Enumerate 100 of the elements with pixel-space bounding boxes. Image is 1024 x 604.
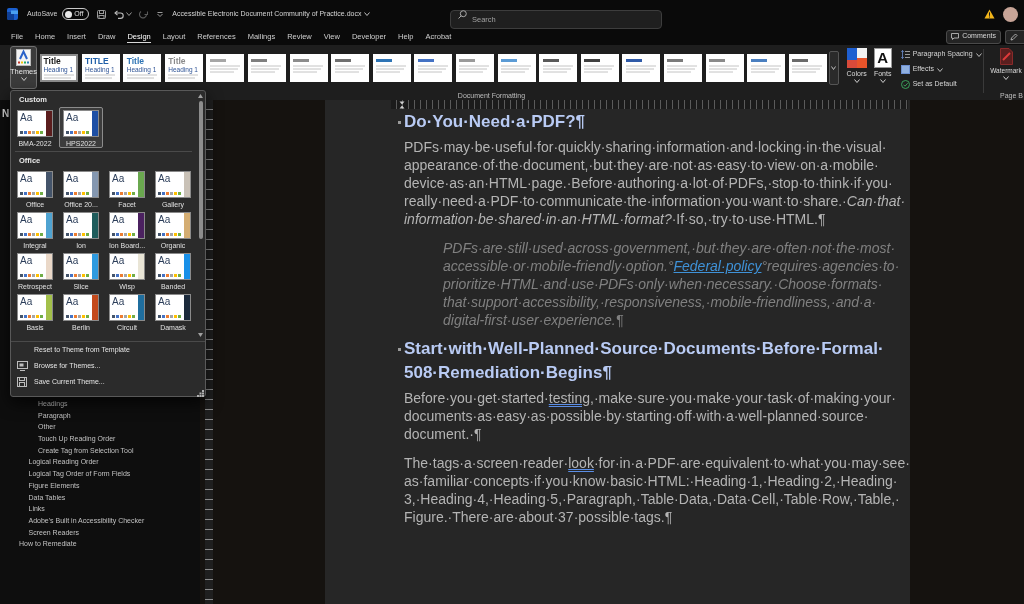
font-sample: Aa: [158, 255, 171, 266]
block-quote: PDFs·are·still·used·across·government,·but·they·are·often·not·the·most·accessible·or·mobile-friendly·option.°Federal·policy°requires·agencies·to·prioritize·HTML·and·use·PDFs·only·when·necessary.·Choose·formats·that·support·accessibility,·responsiveness,·mobile-friendliness,·and·a·digital-first·user·experience.¶: [443, 239, 901, 329]
font-sample: A: [873, 48, 892, 68]
redo-icon[interactable]: [139, 9, 149, 19]
paragraph: PDFs·may·be·useful·for·quickly·sharing·information·and·locking·in·the·visual·appearance·of·the·document,·but·they·are·not·as·easy·to·view·on·a·mobile·device·as·an·HTML·page.·Before·authoring·a·lot·of·PDFs,·stop·to·think·if·you·really·need·a·PDF·to·communicate·the·information·you·want·to·share.·Can·that·information·be·shared·in·an·HTML·format?·If·so,·try·to·use·HTML.¶: [404, 138, 907, 228]
style-set-option[interactable]: [580, 54, 619, 82]
style-set-option[interactable]: [497, 54, 536, 82]
text-lines-drawing: [126, 73, 157, 79]
font-sample: Aa: [158, 214, 171, 225]
square-icon: [900, 65, 910, 74]
style-set-option[interactable]: [289, 54, 328, 82]
text-lines-drawing: [43, 73, 74, 79]
text-lines-drawing: [209, 64, 240, 73]
style-set-option[interactable]: [747, 54, 786, 82]
text-lines-drawing: [376, 64, 407, 73]
style-set-option[interactable]: [414, 54, 453, 82]
square-bullet-icon: [398, 121, 401, 124]
palette-icon: [158, 233, 181, 236]
style-set-option[interactable]: [705, 54, 744, 82]
palette-icon: [112, 274, 135, 277]
text-lines-drawing: [792, 64, 823, 73]
font-sample: Aa: [20, 173, 33, 184]
paragraph: Before·you·get·started·testing,·make·sure·you·make·your·task·of·making·your·documents·as·easy·as·possible·by·starting·off·with·a·well-planned·source·document.·¶: [404, 389, 897, 443]
font-sample: Aa: [66, 173, 79, 184]
heading: Start·with·Well-Planned·Source·Documents·Before·Formal·508·Remediation·Begins¶: [404, 338, 885, 384]
text-lines-drawing: [85, 73, 116, 79]
indent-marker-icon: [399, 100, 405, 109]
text-lines-drawing: [459, 64, 490, 73]
undo-icon[interactable]: [114, 9, 125, 19]
editing-button[interactable]: [1005, 29, 1024, 44]
palette-icon: [20, 233, 43, 236]
style-title: Title: [168, 56, 186, 66]
text-lines-drawing: [667, 64, 698, 73]
caret-icon: [879, 79, 886, 83]
caret-icon: [126, 12, 133, 16]
text-lines-drawing: [334, 64, 365, 73]
palette-icon: [112, 315, 135, 318]
heading: Do·You·Need·a·PDF?¶: [404, 111, 587, 133]
caret-icon: [1003, 76, 1009, 80]
font-sample: Aa: [66, 214, 79, 225]
font-sample: Aa: [158, 173, 171, 184]
paragraph: The·tags·a·screen·reader·look·for·in·a·PDF·are·equivalent·to·what·you·may·see·as·familiar·concepts·if·you·know·basic·HTML:·Heading·1,·Heading·2,·Heading·3,·Heading·4,·Heading·5,·Paragraph,·Table·Data,·Data·Cell,·Table·Row,·Table,·Figure.·There·are·about·37·possible·tags.¶: [404, 454, 911, 526]
text-lines-drawing: [501, 64, 532, 73]
arrow-down-icon[interactable]: [198, 333, 203, 337]
text-lines-drawing: [709, 64, 739, 73]
font-sample: Aa: [112, 173, 125, 184]
monitor-icon: [17, 361, 28, 371]
style-set-option[interactable]: [663, 54, 702, 82]
palette-icon: [66, 274, 89, 277]
style-set-option[interactable]: [455, 54, 494, 82]
check-circle-icon: [900, 80, 910, 89]
link[interactable]: Federal·policy: [673, 258, 762, 274]
color-blocks-icon: [846, 48, 867, 68]
caret-icon: [831, 66, 837, 70]
style-set-option[interactable]: [331, 54, 370, 82]
style-set-option[interactable]: [372, 54, 411, 82]
text-lines-drawing: [417, 64, 448, 73]
style-title: Title: [126, 56, 144, 66]
pane-title: N: [2, 107, 10, 120]
style-set-option[interactable]: [247, 54, 286, 82]
style-title: Title: [43, 56, 61, 66]
style-set-option[interactable]: [206, 54, 245, 82]
caret-icon: [364, 12, 371, 16]
palette-icon: [112, 192, 135, 195]
palette-icon: [158, 192, 181, 195]
style-set-option[interactable]: [539, 54, 578, 82]
line-spacing-icon: [900, 50, 910, 59]
comment-icon: [951, 33, 960, 40]
style-set-option[interactable]: [788, 54, 827, 82]
palette-icon: [20, 192, 43, 195]
text-lines-drawing: [293, 64, 324, 73]
font-sample: Aa: [20, 214, 33, 225]
warning-icon[interactable]: [984, 9, 995, 19]
font-sample: Aa: [112, 214, 125, 225]
style-title: TITLE: [85, 56, 109, 66]
palette-icon: [112, 233, 135, 236]
arrow-up-icon[interactable]: [198, 94, 203, 98]
avatar[interactable]: [1003, 6, 1018, 22]
page-icon: [16, 49, 31, 66]
save-icon[interactable]: [97, 9, 107, 19]
font-sample: Aa: [20, 112, 33, 123]
text-lines-drawing: [750, 64, 781, 73]
search-icon: [458, 9, 467, 19]
font-sample: Aa: [66, 112, 79, 123]
palette-icon: [158, 274, 181, 277]
font-sample: Aa: [158, 296, 171, 307]
resize-grip-icon[interactable]: [197, 390, 204, 397]
palette-icon: [158, 315, 181, 318]
font-sample: Aa: [66, 296, 79, 307]
palette-icon: [66, 233, 89, 236]
text-lines-drawing: [542, 64, 573, 73]
text-lines-drawing: [625, 64, 656, 73]
customize-caret-icon[interactable]: [157, 11, 164, 17]
save-icon: [17, 377, 28, 387]
style-set-option[interactable]: [622, 54, 661, 82]
document-icon: [999, 48, 1013, 65]
palette-icon: [20, 315, 43, 318]
palette-icon: [66, 192, 89, 195]
scroll-thumb[interactable]: [198, 101, 203, 239]
app-logo-icon: [7, 8, 18, 20]
